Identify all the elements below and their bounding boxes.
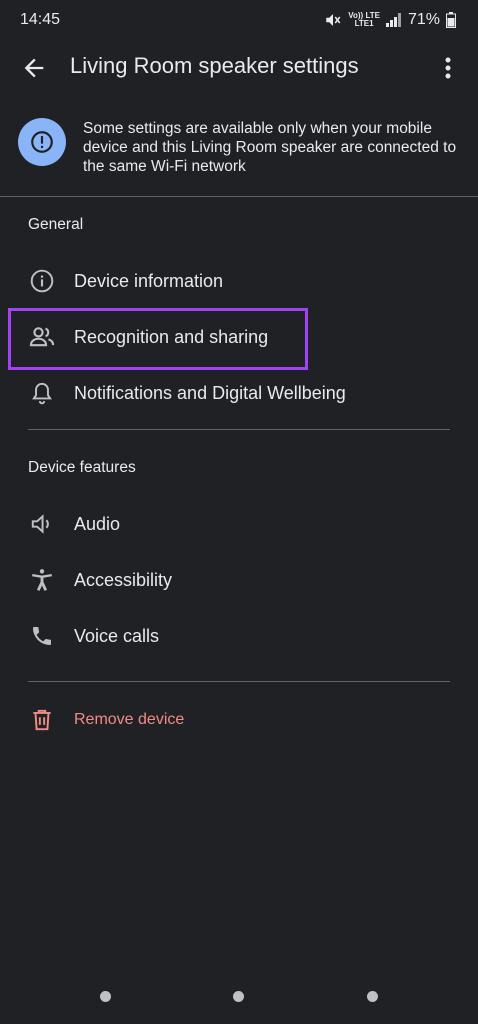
bell-icon: [28, 379, 56, 407]
voice-calls-label: Voice calls: [74, 625, 160, 646]
phone-icon: [28, 622, 56, 650]
nav-home-button[interactable]: [233, 991, 244, 1002]
remove-device-label: Remove device: [74, 711, 185, 728]
network-label: Vo)) LTE LTE1: [348, 11, 380, 28]
battery-icon: [446, 12, 456, 28]
section-header-device-features: Device features: [28, 459, 136, 476]
section-header-general: General: [28, 216, 84, 233]
back-button[interactable]: [20, 54, 48, 82]
more-vert-icon: [436, 57, 460, 88]
signal-icon: [385, 13, 402, 27]
audio-label: Audio: [74, 513, 121, 534]
info-icon: [28, 267, 56, 295]
app-bar: Living Room speaker settings: [0, 40, 478, 96]
speaker-icon: [28, 510, 56, 538]
arrow-back-icon: [20, 58, 48, 86]
notifications-item[interactable]: Notifications and Digital Wellbeing: [28, 371, 448, 415]
status-icons: Vo)) LTE LTE1 71%: [324, 11, 456, 29]
nav-recents-button[interactable]: [100, 991, 111, 1002]
banner-text: Some settings are available only when yo…: [83, 120, 457, 175]
status-time: 14:45: [20, 11, 61, 28]
mute-icon: [324, 11, 342, 29]
remove-device-button[interactable]: Remove device: [28, 698, 448, 742]
audio-item[interactable]: Audio: [28, 502, 448, 546]
divider: [28, 429, 450, 430]
status-bar: 14:45 Vo)) LTE LTE1 71%: [0, 0, 478, 40]
notifications-label: Notifications and Digital Wellbeing: [74, 382, 346, 403]
accessibility-item[interactable]: Accessibility: [28, 558, 448, 602]
voice-calls-item[interactable]: Voice calls: [28, 614, 448, 658]
accessibility-icon: [28, 566, 56, 594]
nav-back-button[interactable]: [367, 991, 378, 1002]
info-alert-icon: [18, 118, 66, 166]
more-options-button[interactable]: [436, 52, 460, 84]
trash-icon: [28, 706, 56, 734]
divider: [0, 196, 478, 197]
divider: [28, 681, 450, 682]
wifi-info-banner: Some settings are available only when yo…: [18, 113, 460, 183]
page-title: Living Room speaker settings: [70, 53, 359, 78]
device-information-label: Device information: [74, 270, 224, 291]
highlight-box: [8, 308, 308, 370]
accessibility-label: Accessibility: [74, 569, 173, 590]
battery-percent: 71%: [407, 11, 440, 28]
device-information-item[interactable]: Device information: [28, 259, 448, 303]
